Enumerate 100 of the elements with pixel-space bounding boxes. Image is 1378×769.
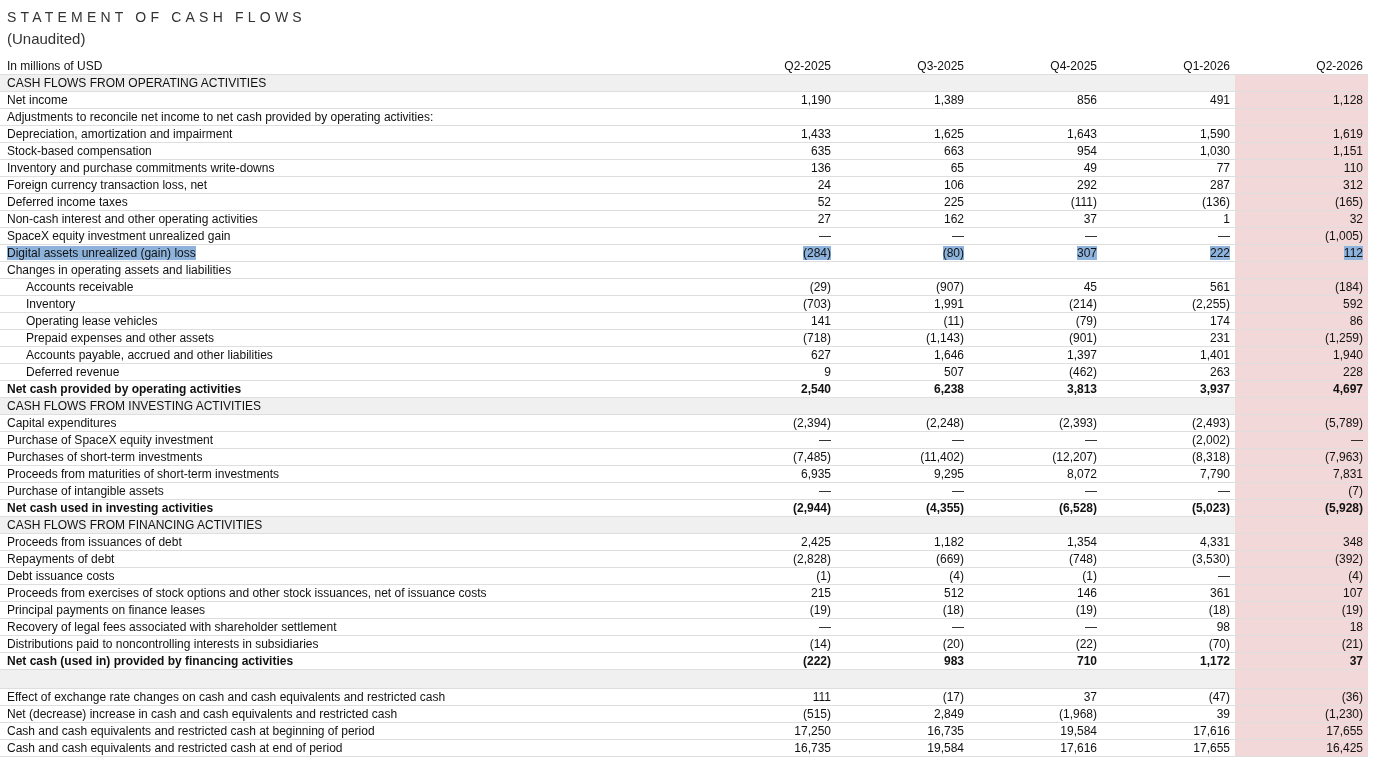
table-cell: —: [1085, 620, 1097, 634]
statement-title: STATEMENT OF CASH FLOWS: [6, 8, 307, 27]
table-cell: (29): [809, 280, 831, 294]
table-cell: (184): [1335, 280, 1363, 294]
table-cell: 27: [817, 212, 831, 226]
table-cell: (6,528): [1058, 501, 1097, 515]
table-cell: 19,584: [927, 741, 964, 755]
table-cell: 4,331: [1199, 535, 1230, 549]
column-header: Q3-2025: [917, 59, 964, 73]
table-cell: (2,828): [792, 552, 831, 566]
table-cell: (2,944): [792, 501, 831, 515]
table-cell: (4): [1348, 569, 1363, 583]
table-cell: 1,030: [1199, 144, 1230, 158]
row-label: Changes in operating assets and liabilities: [7, 263, 232, 277]
table-cell: 1,151: [1332, 144, 1363, 158]
table-cell: —: [952, 433, 964, 447]
table-cell: 136: [810, 161, 831, 175]
table-cell: 17,616: [1060, 741, 1097, 755]
table-cell: 1,401: [1199, 348, 1230, 362]
table-cell: 32: [1349, 212, 1363, 226]
row-label: Capital expenditures: [7, 416, 117, 430]
table-cell: 663: [943, 144, 964, 158]
table-cell: (11,402): [920, 450, 964, 464]
table-cell: —: [1218, 229, 1230, 243]
table-cell: 263: [1209, 365, 1230, 379]
table-cell: (669): [936, 552, 964, 566]
table-cell: 710: [1076, 654, 1097, 668]
table-cell: 16,735: [927, 724, 964, 738]
table-cell: (907): [936, 280, 964, 294]
table-cell: (748): [1069, 552, 1097, 566]
row-label: Recovery of legal fees associated with shareholder settlement: [7, 620, 337, 634]
table-cell: 287: [1209, 178, 1230, 192]
table-cell: 9,295: [933, 467, 964, 481]
row-label: Proceeds from exercises of stock options and other stock issuances, net of issuance costs: [7, 586, 487, 600]
row-label: Operating lease vehicles: [26, 314, 158, 328]
table-cell: 16,735: [794, 741, 831, 755]
table-cell: (7,485): [792, 450, 831, 464]
table-cell: 1: [1223, 212, 1230, 226]
table-cell: 6,935: [800, 467, 831, 481]
table-cell: 37: [1083, 690, 1097, 704]
table-cell: (7): [1348, 484, 1363, 498]
table-cell: —: [819, 433, 831, 447]
table-cell: 635: [810, 144, 831, 158]
table-cell: 348: [1342, 535, 1363, 549]
table-cell: 512: [943, 586, 964, 600]
row-label: Accounts receivable: [26, 280, 134, 294]
table-cell: 7,831: [1332, 467, 1363, 481]
table-cell: 19,584: [1060, 724, 1097, 738]
row-label: Depreciation, amortization and impairment: [7, 127, 233, 141]
table-cell: (718): [803, 331, 831, 345]
table-cell: (1,968): [1058, 707, 1097, 721]
table-cell: 983: [943, 654, 964, 668]
table-cell: (19): [809, 603, 831, 617]
table-cell: 37: [1083, 212, 1097, 226]
table-cell: 86: [1349, 314, 1363, 328]
table-cell: (1,005): [1324, 229, 1363, 243]
table-cell: (20): [942, 637, 964, 651]
table-cell: 7,790: [1199, 467, 1230, 481]
table-cell: 37: [1349, 654, 1363, 668]
table-cell: (18): [1208, 603, 1230, 617]
table-cell: (5,928): [1324, 501, 1363, 515]
table-cell: (1,143): [925, 331, 964, 345]
row-label: Non-cash interest and other operating activities: [7, 212, 258, 226]
table-cell: (22): [1075, 637, 1097, 651]
table-cell: (1): [1082, 569, 1097, 583]
table-cell: 2,849: [933, 707, 964, 721]
table-cell: (21): [1341, 637, 1363, 651]
table-cell: (392): [1335, 552, 1363, 566]
table-cell: (4,355): [925, 501, 964, 515]
row-label: Deferred revenue: [26, 365, 120, 379]
row-label: Proceeds from issuances of debt: [7, 535, 182, 549]
table-cell: 307: [1076, 246, 1097, 260]
table-cell: (165): [1335, 195, 1363, 209]
table-cell: —: [1351, 433, 1363, 447]
table-cell: 24: [817, 178, 831, 192]
table-cell: 111: [812, 690, 831, 704]
table-cell: 16,425: [1326, 741, 1363, 755]
table-cell: (47): [1208, 690, 1230, 704]
table-cell: 856: [1076, 93, 1097, 107]
table-cell: (80): [942, 246, 964, 260]
row-label: Debt issuance costs: [7, 569, 115, 583]
table-cell: 174: [1209, 314, 1230, 328]
row-label: Prepaid expenses and other assets: [26, 331, 215, 345]
table-cell: 110: [1343, 161, 1363, 175]
table-cell: 146: [1076, 586, 1097, 600]
table-cell: 1,190: [800, 93, 831, 107]
row-label: Inventory and purchase commitments write-downs: [7, 161, 275, 175]
table-cell: 1,172: [1199, 654, 1230, 668]
table-cell: 1,991: [933, 297, 964, 311]
table-cell: 17,655: [1326, 724, 1363, 738]
table-cell: 2,540: [800, 382, 831, 396]
table-cell: 222: [1209, 246, 1230, 260]
table-cell: 231: [1209, 331, 1230, 345]
table-cell: (2,394): [792, 416, 831, 430]
row-label: Net (decrease) increase in cash and cash equivalents and restricted cash: [7, 707, 398, 721]
table-cell: (2,002): [1191, 433, 1230, 447]
table-cell: (14): [809, 637, 831, 651]
table-cell: (36): [1341, 690, 1363, 704]
table-cell: 228: [1342, 365, 1363, 379]
row-label: Net cash used in investing activities: [7, 501, 214, 515]
